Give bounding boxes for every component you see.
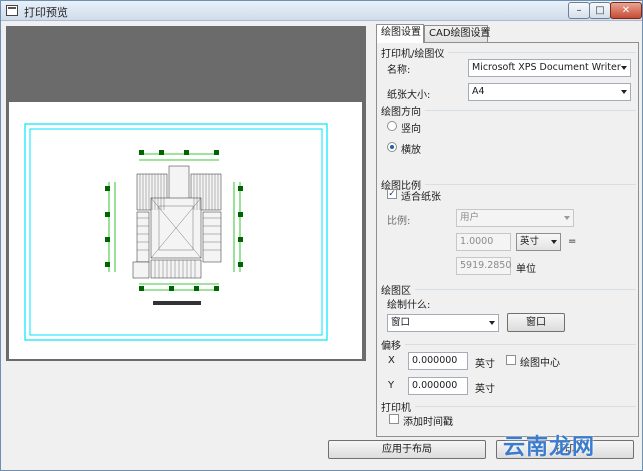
what-to-plot-select[interactable]: 窗口	[387, 314, 499, 332]
plot-area-group-title: 绘图区	[381, 282, 415, 297]
scale-ratio-select[interactable]: 用户	[456, 209, 574, 227]
app-icon	[6, 5, 18, 16]
window-title: 打印预览	[24, 6, 68, 19]
paper-size-label: 纸张大小:	[387, 90, 431, 101]
preview-area[interactable]	[6, 26, 366, 361]
scale-ratio-value: 用户	[460, 212, 480, 223]
landscape-radio[interactable]	[387, 142, 397, 152]
offset-x-label: X	[388, 355, 395, 366]
title-bar: 打印预览 – □ ✕	[1, 1, 642, 21]
add-timestamp-label: 添加时间戳	[403, 417, 453, 428]
paper-size-select[interactable]: A4	[468, 83, 631, 101]
maximize-button[interactable]: □	[589, 2, 611, 19]
tab-plot-settings[interactable]: 绘图设置	[376, 24, 424, 43]
watermark-logo: 云南龙网	[503, 434, 596, 460]
printer-name-label: 名称:	[387, 65, 411, 76]
plot-area-group: 绘图区 绘制什么: 窗口 窗口	[381, 282, 636, 339]
chevron-down-icon	[489, 321, 495, 325]
scale-unit-value: 英寸	[520, 236, 540, 247]
paper-size-value: A4	[472, 86, 485, 97]
plot-settings-panel: 打印机/绘图仪 名称: Microsoft XPS Document Write…	[376, 42, 639, 437]
scale-units-label: 单位	[516, 264, 536, 275]
chevron-down-icon	[564, 216, 570, 220]
what-to-plot-value: 窗口	[391, 317, 411, 328]
equals-sign: =	[568, 236, 577, 247]
preview-paper	[9, 102, 362, 359]
chevron-down-icon	[621, 66, 627, 70]
add-timestamp-checkbox[interactable]	[389, 414, 399, 424]
center-plot-checkbox[interactable]	[506, 355, 516, 365]
landscape-label: 横放	[401, 145, 421, 156]
minimize-button[interactable]: –	[568, 2, 590, 19]
tab-cad-plot-settings[interactable]: CAD绘图设置	[424, 25, 491, 42]
window-button[interactable]: 窗口	[507, 313, 565, 332]
plot-offset-group: 偏移 X 0.000000 英寸 绘图中心 Y 0.000000 英寸	[381, 337, 636, 400]
scale-units-input[interactable]: 5919.2850	[456, 257, 511, 275]
close-button[interactable]: ✕	[610, 2, 642, 19]
plot-offset-group-title: 偏移	[381, 337, 405, 352]
apply-to-layout-button[interactable]: 应用于布局	[328, 440, 486, 459]
orientation-group-title: 绘图方向	[381, 103, 425, 118]
offset-y-input[interactable]: 0.000000	[408, 377, 468, 395]
orientation-group: 绘图方向 竖向 横放	[381, 103, 636, 170]
chevron-down-icon	[551, 240, 557, 244]
center-plot-label: 绘图中心	[520, 358, 560, 369]
portrait-label: 竖向	[401, 124, 421, 135]
printer-group: 打印机/绘图仪 名称: Microsoft XPS Document Write…	[381, 45, 636, 102]
printer-name-value: Microsoft XPS Document Writer	[472, 62, 621, 73]
printer-name-select[interactable]: Microsoft XPS Document Writer	[468, 59, 631, 77]
offset-y-label: Y	[388, 380, 395, 391]
portrait-radio[interactable]	[387, 121, 397, 131]
drawing-title-stamp	[153, 301, 201, 305]
scale-ratio-label: 比例:	[387, 216, 411, 227]
scale-inches-input[interactable]: 1.0000	[456, 233, 511, 251]
offset-y-unit: 英寸	[475, 384, 495, 395]
printer-group-title: 打印机/绘图仪	[381, 45, 449, 60]
fit-to-paper-label: 适合纸张	[401, 192, 441, 203]
print-preview-window: 打印预览 – □ ✕ 绘图设置 CAD绘图设置 打印机/绘图仪 名称: Micr…	[0, 0, 643, 471]
fit-to-paper-checkbox[interactable]: ✓	[387, 189, 397, 199]
scale-unit-select[interactable]: 英寸	[516, 233, 561, 251]
plot-scale-group: 绘图比例 ✓ 适合纸张 比例: 用户 1.0000 英寸 = 5919.2850…	[381, 177, 636, 278]
chevron-down-icon	[621, 90, 627, 94]
plotter-group-title: 打印机	[381, 399, 415, 414]
cad-drawing-preview	[24, 123, 328, 341]
offset-x-input[interactable]: 0.000000	[408, 352, 468, 370]
what-to-plot-label: 绘制什么:	[387, 300, 431, 311]
offset-x-unit: 英寸	[475, 359, 495, 370]
